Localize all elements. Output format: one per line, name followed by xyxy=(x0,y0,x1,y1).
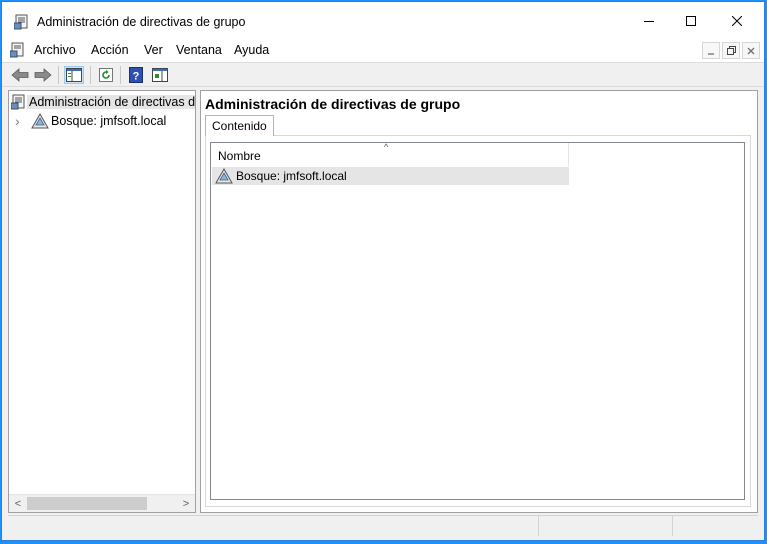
list-view[interactable]: ^ Nombre Bosque: jmfsoft.local xyxy=(210,142,745,500)
scroll-thumb[interactable] xyxy=(27,497,147,510)
gpmc-menu-icon[interactable] xyxy=(9,42,27,59)
expand-chevron-icon[interactable]: › xyxy=(15,114,27,128)
tree-root-label: Administración de directivas d xyxy=(27,95,196,109)
tab-contenido[interactable]: Contenido xyxy=(205,115,274,136)
close-button[interactable] xyxy=(714,2,760,40)
action-pane-icon[interactable] xyxy=(150,66,170,84)
title-bar: Administración de directivas de grupo xyxy=(2,2,764,40)
scroll-left-icon[interactable]: < xyxy=(10,495,26,512)
toolbar: ? xyxy=(2,62,764,87)
horizontal-scrollbar[interactable]: < > xyxy=(9,494,195,512)
gpmc-icon xyxy=(11,94,27,110)
show-hide-tree-icon[interactable] xyxy=(64,66,84,84)
list-item-label: Bosque: jmfsoft.local xyxy=(236,169,347,183)
menu-ver[interactable]: Ver xyxy=(144,43,163,57)
maximize-button[interactable] xyxy=(668,2,714,40)
column-header-label: Nombre xyxy=(218,149,261,163)
mdi-restore-button[interactable] xyxy=(722,42,740,59)
column-header-nombre[interactable]: ^ Nombre xyxy=(211,142,569,166)
window-title: Administración de directivas de grupo xyxy=(37,15,246,29)
console-tree[interactable]: Administración de directivas d › Bosque:… xyxy=(8,90,196,513)
mdi-controls xyxy=(702,42,760,59)
refresh-icon[interactable] xyxy=(96,66,116,84)
mdi-close-button[interactable] xyxy=(742,42,760,59)
menu-ayuda[interactable]: Ayuda xyxy=(234,43,269,57)
back-arrow-icon[interactable] xyxy=(10,66,30,84)
status-segment xyxy=(672,516,759,536)
mdi-minimize-button[interactable] xyxy=(702,42,720,59)
menu-accion[interactable]: Acción xyxy=(91,43,129,57)
help-icon[interactable]: ? xyxy=(126,66,146,84)
gpmc-icon xyxy=(13,14,30,30)
minimize-button[interactable] xyxy=(626,2,672,40)
forest-icon xyxy=(215,168,233,184)
menu-ventana[interactable]: Ventana xyxy=(176,43,222,57)
tree-item-label: Bosque: jmfsoft.local xyxy=(51,114,167,128)
pane-title: Administración de directivas de grupo xyxy=(205,96,461,112)
tree-item-forest[interactable]: › Bosque: jmfsoft.local xyxy=(15,112,168,130)
svg-text:?: ? xyxy=(133,71,140,83)
tab-panel: ^ Nombre Bosque: jmfsoft.local xyxy=(205,135,751,507)
forward-arrow-icon[interactable] xyxy=(33,66,53,84)
menu-archivo[interactable]: Archivo xyxy=(34,43,76,57)
menu-bar: Archivo Acción Ver Ventana Ayuda xyxy=(2,40,764,62)
forest-icon xyxy=(31,113,49,129)
status-bar xyxy=(8,515,758,536)
details-pane: Administración de directivas de grupo Co… xyxy=(200,90,758,513)
tree-root-item[interactable]: Administración de directivas d xyxy=(11,93,196,111)
scroll-right-icon[interactable]: > xyxy=(178,495,194,512)
list-item[interactable]: Bosque: jmfsoft.local xyxy=(212,167,569,185)
status-segment xyxy=(538,516,669,536)
main-window: Administración de directivas de grupo Ar… xyxy=(1,1,765,541)
sort-ascending-icon: ^ xyxy=(384,142,389,152)
